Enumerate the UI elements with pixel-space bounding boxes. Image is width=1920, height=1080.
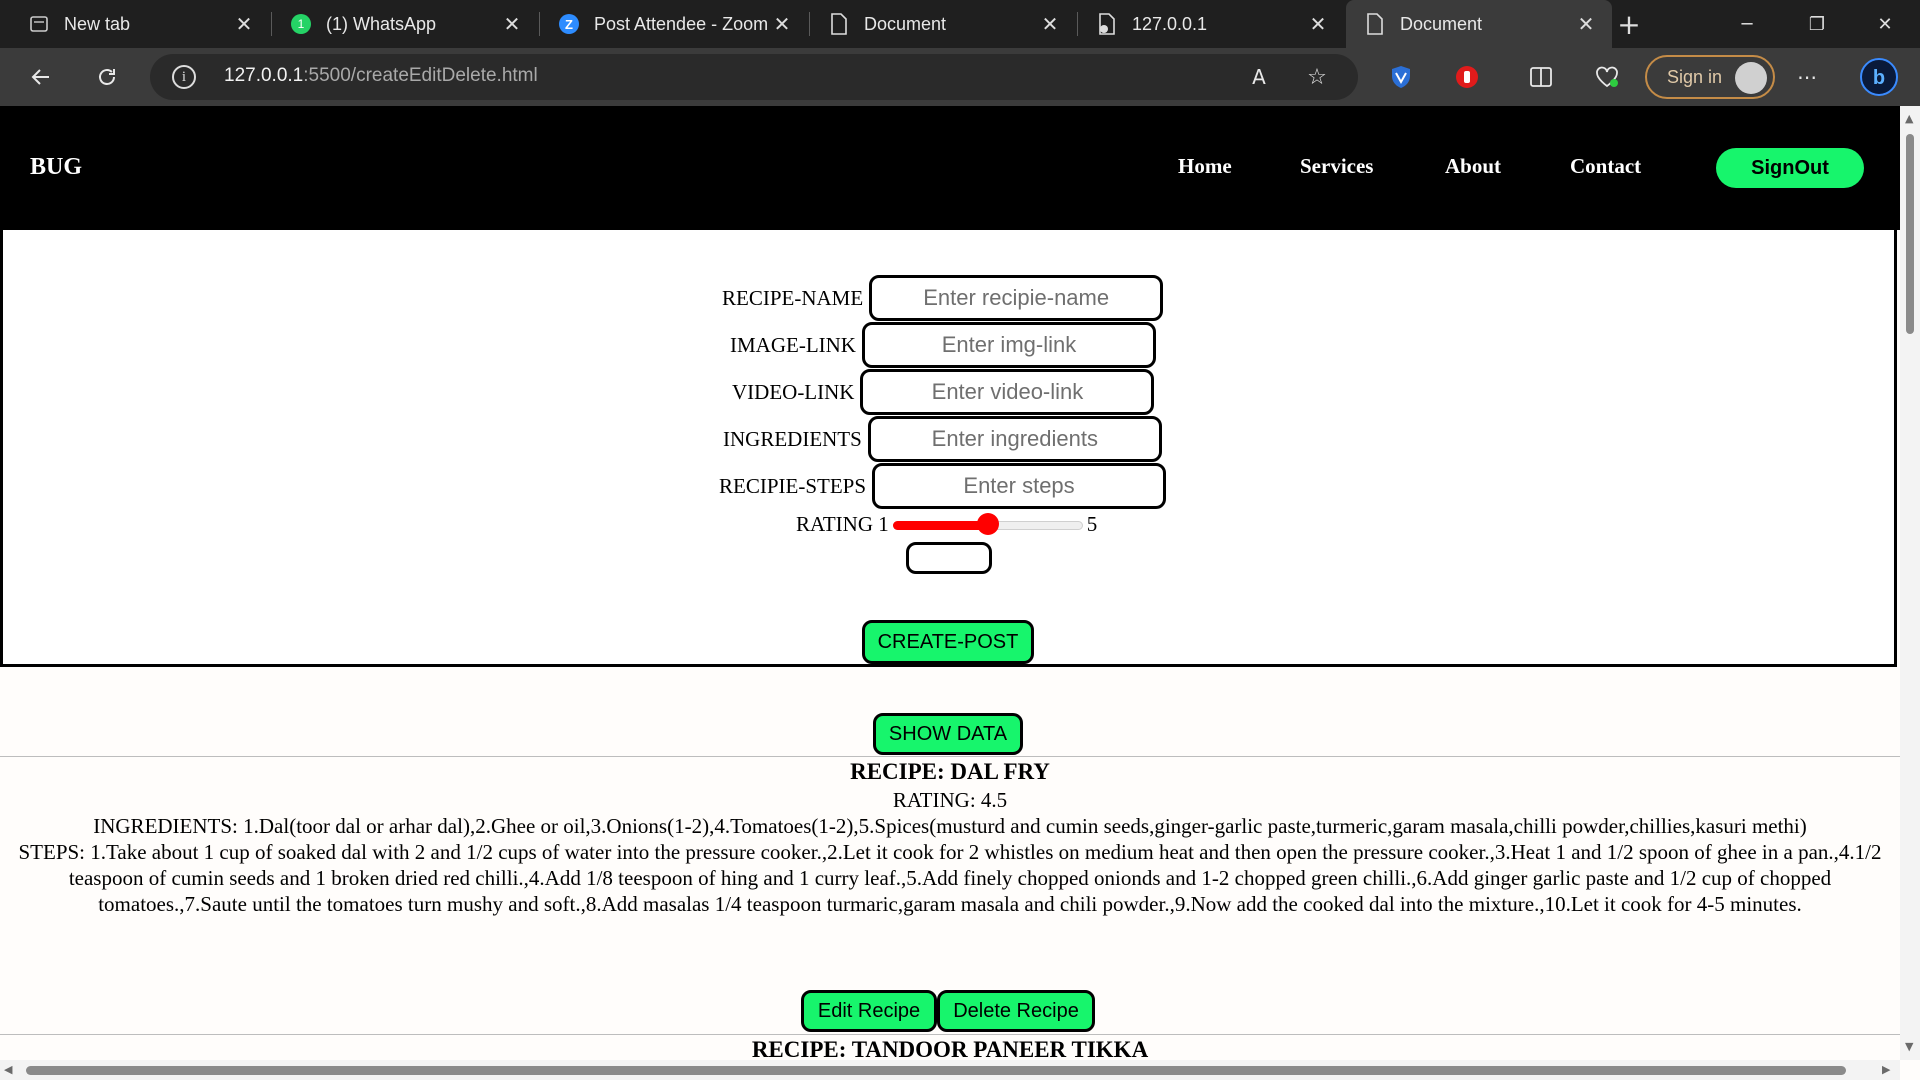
tab-whatsapp[interactable]: 1 (1) WhatsApp ✕ xyxy=(272,0,538,48)
video-link-label: VIDEO-LINK xyxy=(732,379,855,404)
image-link-label: IMAGE-LINK xyxy=(730,332,856,357)
tab-new-tab[interactable]: New tab ✕ xyxy=(0,0,270,48)
rating-min: 1 xyxy=(878,512,889,536)
recipe-steps-label: RECIPIE-STEPS xyxy=(719,473,867,498)
back-icon[interactable] xyxy=(24,60,58,94)
close-tab-icon[interactable]: ✕ xyxy=(1308,12,1328,37)
tab-title: (1) WhatsApp xyxy=(326,13,437,34)
tab-localhost[interactable]: 127.0.0.1 ✕ xyxy=(1078,0,1344,48)
svg-text:b: b xyxy=(1873,67,1885,89)
image-link-row: IMAGE-LINK Enter img-link xyxy=(730,322,1156,368)
sign-in-button[interactable]: Sign in xyxy=(1645,55,1775,99)
ingredients-input[interactable]: Enter ingredients xyxy=(867,416,1162,462)
browser-essentials-icon[interactable] xyxy=(1590,60,1624,94)
svg-text:1: 1 xyxy=(298,17,305,31)
tab-title: Document xyxy=(864,13,947,34)
close-window-icon[interactable]: ✕ xyxy=(1850,0,1920,48)
nav-link-contact[interactable]: Contact xyxy=(1570,154,1641,179)
horizontal-scroll-thumb[interactable] xyxy=(26,1066,1846,1075)
reload-icon[interactable] xyxy=(90,60,124,94)
scroll-down-arrow-icon[interactable]: ▼ xyxy=(1905,1040,1913,1053)
tab-title: 127.0.0.1 xyxy=(1132,13,1208,34)
recipe-name-row: RECIPE-NAME Enter recipie-name xyxy=(722,275,1164,321)
avatar-icon xyxy=(1735,62,1767,94)
read-aloud-icon[interactable]: A xyxy=(1242,60,1276,94)
nav-link-services[interactable]: Services xyxy=(1300,154,1373,179)
divider xyxy=(0,756,1900,757)
site-navbar: BUG Home Services About Contact SignOut xyxy=(0,106,1900,230)
document-icon xyxy=(1364,13,1386,35)
new-tab-plus-icon[interactable]: + xyxy=(1594,0,1664,48)
nav-link-home[interactable]: Home xyxy=(1178,154,1232,179)
scroll-left-arrow-icon[interactable]: ◀ xyxy=(4,1063,12,1076)
recipe-steps-row: RECIPIE-STEPS Enter steps xyxy=(719,463,1167,509)
tab-title: Document xyxy=(1400,13,1483,34)
rating-row: RATING 1 5 xyxy=(796,512,1097,537)
recipe-title: RECIPE: TANDOOR PANEER TIKKA xyxy=(751,1037,1149,1060)
adblock-icon[interactable] xyxy=(1450,60,1484,94)
close-tab-icon[interactable]: ✕ xyxy=(234,12,254,37)
close-tab-icon[interactable]: ✕ xyxy=(772,12,792,37)
divider xyxy=(0,1034,1900,1035)
site-brand[interactable]: BUG xyxy=(30,154,82,181)
image-link-input[interactable]: Enter img-link xyxy=(861,322,1156,368)
close-tab-icon[interactable]: ✕ xyxy=(502,12,522,37)
ingredients-label: INGREDIENTS xyxy=(723,426,862,451)
recipe-title: RECIPE: DAL FRY xyxy=(850,759,1050,784)
bing-copilot-icon[interactable]: b xyxy=(1858,56,1900,98)
scroll-up-arrow-icon[interactable]: ▲ xyxy=(1905,112,1913,125)
edit-recipe-button[interactable]: Edit Recipe xyxy=(801,990,937,1032)
split-screen-icon[interactable] xyxy=(1524,60,1558,94)
ingredients-row: INGREDIENTS Enter ingredients xyxy=(723,416,1162,462)
close-tab-icon[interactable]: ✕ xyxy=(1040,12,1060,37)
vertical-scrollbar[interactable]: ▲ ▼ xyxy=(1900,106,1920,1060)
vertical-scroll-thumb[interactable] xyxy=(1906,134,1914,334)
tab-document[interactable]: Document ✕ xyxy=(810,0,1076,48)
address-bar[interactable]: i 127.0.0.1:5500/createEditDelete.html A… xyxy=(150,54,1358,100)
video-link-input[interactable]: Enter video-link xyxy=(860,369,1155,415)
zoom-icon: Z xyxy=(558,13,580,35)
video-link-row: VIDEO-LINK Enter video-link xyxy=(732,369,1155,415)
horizontal-scrollbar[interactable]: ◀ ▶ xyxy=(0,1060,1900,1080)
tab-title: New tab xyxy=(64,13,131,34)
favorite-star-icon[interactable]: ☆ xyxy=(1300,60,1334,94)
browser-tab-bar: New tab ✕ 1 (1) WhatsApp ✕ Z Post Attend… xyxy=(0,0,1920,48)
browser-toolbar: i 127.0.0.1:5500/createEditDelete.html A… xyxy=(0,48,1920,106)
page-icon xyxy=(1096,13,1118,35)
tab-zoom[interactable]: Z Post Attendee - Zoom ✕ xyxy=(540,0,808,48)
delete-recipe-button[interactable]: Delete Recipe xyxy=(937,990,1095,1032)
recipe-steps: STEPS: 1.Take about 1 cup of soaked dal … xyxy=(18,840,1882,916)
nav-link-about[interactable]: About xyxy=(1445,154,1501,179)
whatsapp-icon: 1 xyxy=(290,13,312,35)
url-text[interactable]: 127.0.0.1:5500/createEditDelete.html xyxy=(224,65,538,87)
site-info-icon[interactable]: i xyxy=(172,65,196,89)
svg-text:Z: Z xyxy=(565,17,573,32)
recipe-name-input[interactable]: Enter recipie-name xyxy=(869,275,1164,321)
show-data-button[interactable]: SHOW DATA xyxy=(873,713,1023,755)
shield-icon[interactable] xyxy=(1384,60,1418,94)
rating-value-box[interactable] xyxy=(906,542,992,574)
document-icon xyxy=(828,13,850,35)
recipe-steps-input[interactable]: Enter steps xyxy=(872,463,1167,509)
new-tab-icon xyxy=(28,13,50,35)
slider-fill xyxy=(892,520,988,530)
slider-thumb[interactable] xyxy=(976,512,999,535)
rating-slider[interactable] xyxy=(892,512,1083,535)
tab-document-active[interactable]: Document ✕ xyxy=(1346,0,1612,48)
signout-button[interactable]: SignOut xyxy=(1716,148,1864,188)
more-menu-icon[interactable]: ⋯ xyxy=(1790,60,1824,94)
recipe-ingredients: INGREDIENTS: 1.Dal(toor dal or arhar dal… xyxy=(93,814,1807,838)
minimize-icon[interactable]: ─ xyxy=(1712,0,1782,48)
close-tab-icon[interactable]: ✕ xyxy=(1576,12,1596,37)
recipe-rating: RATING: 4.5 xyxy=(892,788,1008,812)
tab-title: Post Attendee - Zoom xyxy=(594,13,769,34)
recipe-name-label: RECIPE-NAME xyxy=(722,285,864,310)
create-post-button[interactable]: CREATE-POST xyxy=(862,620,1034,664)
rating-label: RATING xyxy=(796,512,873,536)
rating-max: 5 xyxy=(1086,512,1098,536)
scroll-right-arrow-icon[interactable]: ▶ xyxy=(1882,1063,1890,1076)
restore-icon[interactable]: ❐ xyxy=(1782,0,1852,48)
